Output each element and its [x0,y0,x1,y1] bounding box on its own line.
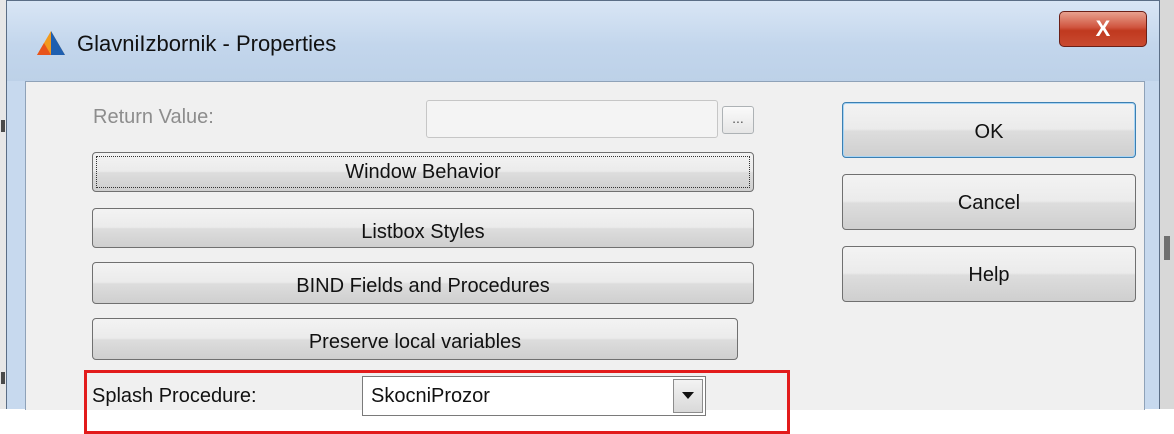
return-value-field[interactable] [426,100,718,138]
ok-button[interactable]: OK [842,102,1136,158]
cancel-label: Cancel [957,192,1021,214]
bind-fields-label: BIND Fields and Procedures [296,275,550,297]
listbox-styles-button[interactable]: Listbox Styles [92,208,754,248]
splash-procedure-value: SkocniProzor [371,385,490,407]
cancel-button[interactable]: Cancel [842,174,1136,230]
edge-mark [1164,236,1170,260]
close-icon: X [1095,16,1111,41]
listbox-styles-label: Listbox Styles [361,221,485,243]
window-title: GlavniIzbornik - Properties [77,31,337,56]
splash-procedure-select[interactable]: SkocniProzor [362,376,706,416]
splash-procedure-label: Splash Procedure: [92,385,257,407]
dropdown-button[interactable] [673,379,703,413]
ok-label: OK [974,121,1004,143]
edge-mark [1,120,5,132]
title-bar: GlavniIzbornik - Properties X [7,1,1159,81]
return-value-label: Return Value: [93,106,214,128]
close-button[interactable]: X [1059,11,1147,47]
return-value-lookup-button[interactable]: ... [722,106,754,134]
window-behavior-label: Window Behavior [345,161,501,183]
dialog-content: Return Value: ... Window Behavior Listbo… [25,81,1145,434]
background-window-edge-right [1160,0,1174,409]
edge-mark [1,372,5,384]
preserve-local-variables-button[interactable]: Preserve local variables [92,318,738,360]
preserve-local-variables-label: Preserve local variables [308,331,522,353]
clarion-triangle-icon [37,31,65,55]
help-button[interactable]: Help [842,246,1136,302]
ellipsis-icon: ... [732,110,744,126]
chevron-down-icon [682,392,694,399]
window-behavior-button[interactable]: Window Behavior [92,152,754,192]
properties-dialog: GlavniIzbornik - Properties X Return Val… [6,0,1160,434]
help-label: Help [968,264,1010,286]
bind-fields-button[interactable]: BIND Fields and Procedures [92,262,754,304]
